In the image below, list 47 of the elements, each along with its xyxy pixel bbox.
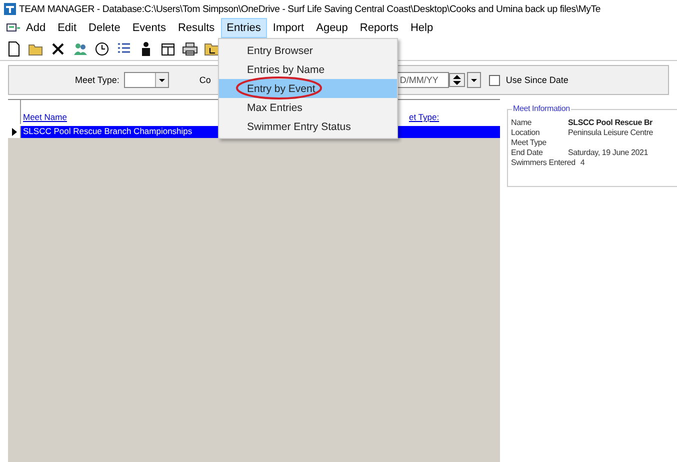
field-label: End Date [511, 148, 544, 157]
menu-item[interactable]: Ageup [310, 18, 354, 38]
menu-item[interactable]: Edit [52, 18, 83, 38]
menu-item[interactable]: Help [404, 18, 440, 38]
app-icon [4, 3, 16, 15]
menu-item[interactable]: Entries [220, 18, 267, 38]
menu-item[interactable]: Import [266, 18, 310, 38]
caret-icon[interactable] [159, 78, 166, 82]
table-cell[interactable] [403, 126, 500, 138]
row-pointer-icon [12, 128, 16, 136]
group-title: Meet Information [512, 104, 571, 113]
menu-item[interactable]: Reports [354, 18, 404, 38]
date-field[interactable]: D/MM/YY [396, 72, 449, 88]
window-title: TEAM MANAGER - Database:C:\Users\Tom Simpson\OneDrive - Surf Life Saving Central Coast\Desktop\Cooks and Umina back up files\MyTe [19, 4, 600, 14]
field-label: Location [511, 128, 541, 137]
dropdown-button[interactable] [466, 72, 481, 88]
printer-icon[interactable] [182, 41, 198, 57]
field-label: Meet Type: [75, 75, 120, 85]
field-label: Meet Type [511, 138, 548, 147]
menu-item[interactable]: Delete [82, 18, 126, 38]
field-value: Saturday, 19 June 2021 [568, 148, 648, 157]
checkbox[interactable] [488, 74, 500, 86]
caret-icon[interactable] [470, 78, 477, 82]
menu-item[interactable]: Entry by Event [219, 79, 397, 98]
people-icon[interactable] [72, 41, 88, 57]
calendar-icon[interactable] [160, 41, 176, 57]
menu-item[interactable]: Max Entries [219, 98, 397, 117]
delete-icon[interactable] [50, 41, 66, 57]
field-label: Swimmers Entered [511, 158, 576, 167]
column-header[interactable]: et Type: [409, 112, 440, 122]
menu-item[interactable]: Entry Browser [219, 41, 397, 60]
system-menu-icon[interactable] [6, 22, 20, 34]
spin-icon[interactable] [448, 73, 465, 87]
column-header[interactable]: Meet Name [23, 112, 67, 122]
field-value: SLSCC Pool Rescue Br [568, 118, 652, 127]
document-icon[interactable] [6, 41, 22, 57]
menu-item[interactable]: Add [20, 18, 52, 38]
field-label: Name [511, 118, 533, 127]
menu-item[interactable]: Events [126, 18, 172, 38]
field-value: 4 [580, 158, 585, 167]
clock-icon[interactable] [94, 41, 110, 57]
menu-item[interactable]: Results [172, 18, 221, 38]
menu-item[interactable]: Entries by Name [219, 60, 397, 79]
field-value: Peninsula Leisure Centre [568, 128, 654, 137]
field-label: Co [199, 75, 211, 85]
checkbox-label: Use Since Date [506, 75, 568, 85]
folder-icon[interactable] [204, 41, 220, 57]
